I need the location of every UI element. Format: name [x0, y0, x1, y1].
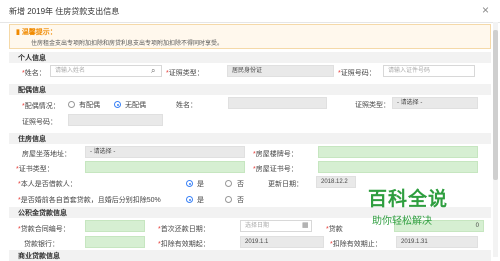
spouse-id-type-label: 证照类型：: [355, 102, 390, 109]
deduct-end-value: 2019.1.31: [396, 236, 478, 248]
radio-premarriage-yes[interactable]: [186, 196, 193, 203]
cert-type-select[interactable]: [85, 161, 245, 173]
section-personal: [9, 52, 491, 63]
deduct-end-label: *扣除有效期止：: [330, 241, 382, 248]
radio-premarriage-no[interactable]: [225, 196, 232, 203]
watermark-logo: 百科全说: [368, 189, 449, 210]
section-personal-label: 个人信息: [18, 55, 46, 62]
radio-no-spouse[interactable]: [114, 101, 121, 108]
radio-premarriage-yes-label: 是: [197, 197, 204, 204]
id-type-select[interactable]: 居民身份证: [227, 65, 334, 77]
loan-term-label: *贷款: [326, 226, 343, 233]
spouse-name-input[interactable]: [228, 97, 327, 109]
warning-icon: ▮: [16, 29, 20, 36]
spouse-id-no-label: 证照号码：: [22, 119, 57, 126]
name-label: *姓名：: [22, 70, 46, 77]
radio-has-spouse[interactable]: [68, 101, 75, 108]
radio-premarriage-no-label: 否: [237, 197, 244, 204]
section-fund-loan-label: 公积金贷款信息: [18, 210, 67, 217]
radio-no-spouse-label: 无配偶: [125, 102, 146, 109]
calendar-icon[interactable]: ▦: [302, 221, 309, 229]
contract-no-input[interactable]: [85, 220, 145, 232]
pre-marriage-label: *是否婚前各自首套贷款，且婚后分别扣除50%: [18, 197, 161, 204]
section-commercial-loan: [9, 250, 491, 261]
close-icon[interactable]: ×: [482, 3, 489, 17]
house-no-input[interactable]: [318, 146, 478, 158]
bank-label: 贷款银行：: [24, 241, 59, 248]
section-housing-label: 住房信息: [18, 136, 46, 143]
search-icon[interactable]: ⌕: [151, 66, 155, 76]
address-label: 房屋坐落地址：: [22, 151, 71, 158]
radio-borrower-yes[interactable]: [186, 180, 193, 187]
tip-title-text: 温馨提示：: [21, 29, 57, 36]
id-type-label: *证照类型：: [166, 70, 204, 77]
deduct-start-label: *扣除有效期起：: [158, 241, 210, 248]
cert-type-label: *证书类型：: [16, 166, 54, 173]
scrollbar-thumb[interactable]: [493, 30, 498, 180]
spouse-id-no-input[interactable]: [68, 114, 163, 126]
radio-has-spouse-label: 有配偶: [79, 102, 100, 109]
tip-text: 住房租金支出专项附加扣除和房贷利息支出专项附加扣除不得同时享受。: [31, 41, 224, 47]
spouse-id-type-select[interactable]: - 请选择 -: [392, 97, 478, 109]
contract-no-label: *贷款合同编号：: [18, 226, 70, 233]
section-spouse-label: 配偶信息: [18, 87, 46, 94]
watermark-slogan: 助你轻松解决: [372, 216, 432, 227]
section-spouse: [9, 84, 491, 95]
id-no-label: *证照号码：: [338, 70, 376, 77]
radio-borrower-yes-label: 是: [197, 181, 204, 188]
deduct-start-value: 2019.1.1: [240, 236, 324, 248]
update-date-value: 2018.12.2: [316, 176, 356, 188]
address-select[interactable]: - 请选择 -: [85, 146, 245, 158]
house-cert-label: *房屋证书号：: [253, 166, 298, 173]
house-no-label: *房屋楼牌号：: [253, 151, 298, 158]
spouse-name-label: 姓名：: [176, 102, 197, 109]
borrower-label: *本人是否借款人：: [18, 181, 77, 188]
house-cert-input[interactable]: [318, 161, 478, 173]
update-date-label: 更新日期：: [268, 181, 303, 188]
radio-borrower-no-label: 否: [237, 181, 244, 188]
id-no-input[interactable]: 请输入证件号码: [383, 65, 475, 77]
radio-borrower-no[interactable]: [225, 180, 232, 187]
tip-title: ▮ 温馨提示：: [16, 27, 57, 37]
section-commercial-loan-label: 商业贷款信息: [18, 253, 60, 260]
section-housing: [9, 133, 491, 144]
bank-input[interactable]: [85, 236, 145, 248]
spouse-status-label: *配偶情况：: [22, 103, 60, 110]
dialog-title: 新增 2019年 住房贷款支出信息: [9, 7, 120, 16]
name-input[interactable]: 请输入姓名: [50, 65, 162, 77]
first-repay-label: *首次还款日期：: [158, 226, 210, 233]
